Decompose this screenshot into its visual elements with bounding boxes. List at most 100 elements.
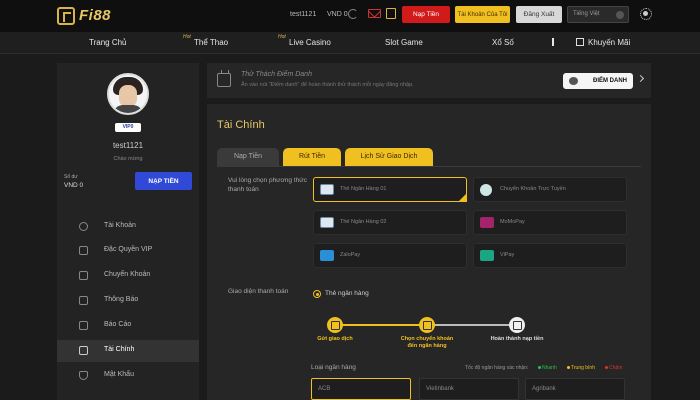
header-balance: VND 0 — [327, 11, 348, 18]
sidebar-item-notifications[interactable]: Thông Báo — [57, 290, 199, 312]
wallet-icon — [79, 346, 88, 355]
bank-option-agribank[interactable]: Agribank — [525, 378, 625, 400]
method-zalopay[interactable]: ZaloPay — [313, 243, 467, 268]
main-nav: Trang Chủ Hot Thể Thao Hot Live Casino Slo… — [0, 32, 700, 54]
nav-live-casino[interactable]: Hot Live Casino — [278, 34, 331, 47]
bank-card-icon — [320, 184, 334, 195]
sidebar-item-password[interactable]: Mật Khẩu — [57, 365, 199, 387]
sidebar-item-label: Đặc Quyền VIP — [104, 246, 153, 253]
nav-separator — [552, 38, 554, 46]
tab-divider — [217, 166, 641, 167]
bank-option-acb[interactable]: ACB — [311, 378, 411, 400]
language-select[interactable]: Tiếng Việt — [567, 6, 629, 23]
step-label: Hoàn thành nạp tiền — [490, 336, 544, 342]
sidebar: VIP0 test1121 Chào mừng Số dư VND 0 NẠP … — [57, 63, 199, 400]
method-bank-card-01[interactable]: Thẻ Ngân Hàng 01 — [313, 177, 467, 202]
speed-medium: Trung bình — [567, 365, 595, 371]
online-transfer-icon — [480, 184, 492, 196]
my-account-button[interactable]: Tài Khoản Của Tôi — [455, 6, 510, 23]
tab-deposit[interactable]: Nạp Tiền — [217, 148, 279, 166]
gift-icon — [576, 38, 584, 46]
sidebar-item-reports[interactable]: Báo Cáo — [57, 315, 199, 337]
challenge-subtitle: Ấn vào nút "Điểm danh" để hoàn thành thử… — [241, 82, 414, 88]
method-momopay[interactable]: MoMoPay — [473, 210, 627, 235]
flag-icon — [616, 11, 624, 19]
vipay-icon — [480, 250, 494, 261]
sidebar-username: test1121 — [112, 141, 144, 150]
hot-badge: Hot — [278, 34, 286, 40]
method-label: Thẻ Ngân Hàng 01 — [340, 186, 387, 192]
send-transaction-icon — [327, 317, 343, 333]
method-online-transfer[interactable]: Chuyển Khoản Trực Tuyến — [473, 177, 627, 202]
welcome-text: Chào mừng — [113, 156, 143, 162]
balance-value: VND 0 — [64, 182, 84, 189]
method-vipay[interactable]: ViPay — [473, 243, 627, 268]
nav-lottery[interactable]: Xổ Số — [492, 38, 514, 47]
speed-fast-label: Nhanh — [542, 365, 557, 371]
method-bank-card-02[interactable]: Thẻ Ngân Hàng 02 — [313, 210, 467, 235]
speed-slow: Chậm — [605, 365, 622, 371]
payment-method-label: Vui lòng chọn phương thức thanh toán — [228, 177, 307, 193]
method-label: Chuyển Khoản Trực Tuyến — [500, 186, 566, 192]
bank-type-label: Loại ngân hàng — [311, 364, 356, 371]
sidebar-deposit-button[interactable]: NẠP TIỀN — [135, 172, 192, 190]
bank-card-radio[interactable] — [313, 290, 321, 298]
chevron-right-icon[interactable] — [636, 74, 645, 83]
header-username: test1121 — [290, 11, 317, 18]
speed-fast: Nhanh — [538, 365, 557, 371]
method-label: Thẻ Ngân Hàng 02 — [340, 219, 387, 225]
user-icon — [79, 222, 88, 231]
speed-medium-label: Trung bình — [571, 365, 595, 371]
zalopay-icon — [320, 250, 334, 261]
hot-badge: Hot — [183, 34, 191, 40]
sidebar-item-label: Chuyển Khoản — [104, 271, 151, 278]
bell-icon — [79, 296, 88, 305]
finance-panel: Tài Chính Nạp Tiền Rút Tiền Lịch Sử Giao… — [207, 104, 651, 400]
sidebar-item-transfer[interactable]: Chuyển Khoản — [57, 265, 199, 287]
page-title: Tài Chính — [217, 119, 265, 131]
step-progress-line — [427, 324, 517, 326]
step-label: Chọn chuyển khoản đến ngân hàng — [400, 336, 454, 349]
logo-text: Fi88 — [79, 7, 112, 24]
crown-icon — [79, 246, 88, 255]
balance-label: Số dư — [64, 174, 78, 180]
sidebar-item-account[interactable]: Tài Khoản — [57, 216, 199, 238]
avatar[interactable] — [107, 73, 149, 115]
slow-dot-icon — [605, 366, 608, 369]
nav-sports[interactable]: Hot Thể Thao — [183, 34, 228, 47]
checkin-button[interactable]: ĐIỂM DANH — [563, 73, 633, 89]
receipt-icon — [509, 317, 525, 333]
language-label: Tiếng Việt — [573, 11, 600, 17]
coins-icon — [569, 77, 578, 85]
tab-withdraw[interactable]: Rút Tiền — [283, 148, 341, 166]
nav-slot-game[interactable]: Slot Game — [385, 38, 423, 47]
top-header: Fi88 test1121 VND 0 Nạp Tiền Tài Khoản C… — [0, 0, 700, 32]
logout-button[interactable]: Đăng Xuất — [516, 6, 562, 23]
avatar-body — [113, 105, 143, 113]
transfer-icon — [79, 271, 88, 280]
vip-badge: VIP0 — [115, 123, 141, 132]
step-progress-line — [335, 324, 425, 326]
bank-option-vietinbank[interactable]: Vietinbank — [419, 378, 519, 400]
logo[interactable]: Fi88 — [57, 6, 127, 26]
calendar-icon — [217, 70, 231, 87]
theme-toggle-icon[interactable] — [640, 8, 652, 20]
nav-promotions[interactable]: Khuyến Mãi — [576, 38, 630, 47]
step-label: Gửi giao dịch — [317, 336, 353, 342]
tab-history[interactable]: Lịch Sử Giao Dịch — [345, 148, 433, 166]
sidebar-item-label: Báo Cáo — [104, 321, 132, 328]
gift-icon[interactable] — [386, 8, 396, 19]
checkin-challenge-banner: Thử Thách Điểm Danh Ấn vào nút "Điểm dan… — [207, 63, 651, 98]
mail-icon[interactable] — [368, 9, 381, 18]
fast-dot-icon — [538, 366, 541, 369]
speed-legend-label: Tốc độ ngân hàng xác nhận: — [465, 365, 529, 371]
header-deposit-button[interactable]: Nạp Tiền — [402, 6, 450, 23]
sidebar-item-vip[interactable]: Đặc Quyền VIP — [57, 240, 199, 262]
sidebar-item-label: Tài Khoản — [104, 222, 136, 229]
sidebar-item-label: Tài Chính — [104, 346, 135, 353]
nav-home[interactable]: Trang Chủ — [89, 38, 127, 47]
sidebar-item-label: Thông Báo — [104, 296, 139, 303]
refresh-icon[interactable] — [348, 9, 358, 19]
bank-card-radio-label: Thẻ ngân hàng — [325, 290, 369, 297]
sidebar-item-finance[interactable]: Tài Chính — [57, 340, 199, 362]
